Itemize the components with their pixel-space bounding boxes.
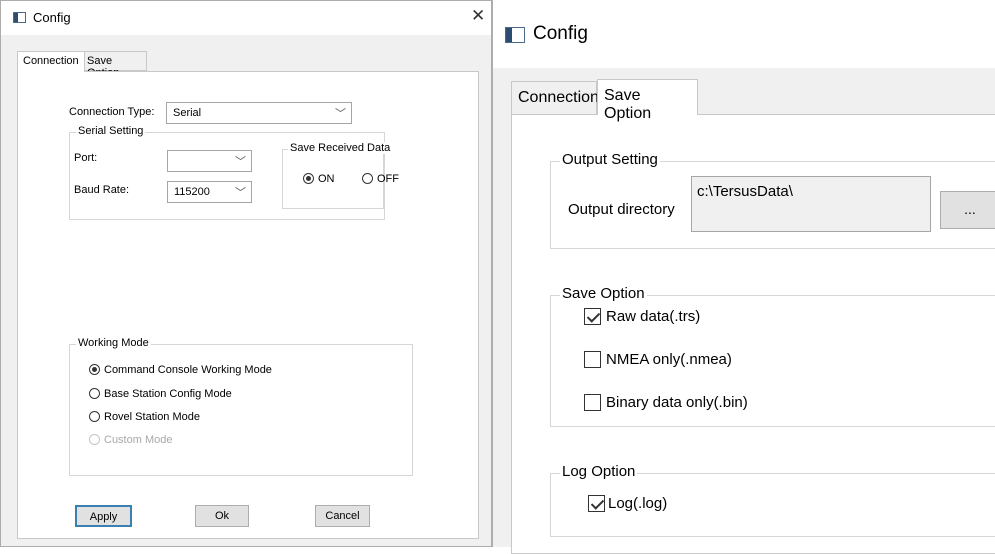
chevron-down-icon: ﹀ xyxy=(235,187,246,199)
radio-off-label: OFF xyxy=(377,173,399,185)
mode-label-custom: Custom Mode xyxy=(104,434,173,446)
title-bar: Config ✕ xyxy=(1,1,491,35)
log-label: Log(.log) xyxy=(608,495,668,512)
save-received-label: Save Received Data xyxy=(288,142,393,154)
tab-save-option[interactable]: Save Option xyxy=(81,51,147,79)
port-select[interactable]: ﹀ xyxy=(167,150,252,172)
radio-off[interactable] xyxy=(362,173,373,184)
raw-data-checkbox[interactable] xyxy=(584,308,601,325)
tab-connection[interactable]: Connection xyxy=(511,81,599,115)
connection-type-select[interactable]: Serial ﹀ xyxy=(166,102,352,124)
mode-label-command-console: Command Console Working Mode xyxy=(104,364,272,376)
mode-radio-command-console[interactable] xyxy=(89,364,100,375)
chevron-down-icon: ﹀ xyxy=(235,156,246,168)
mode-label-rovel-station: Rovel Station Mode xyxy=(104,411,200,423)
raw-data-label: Raw data(.trs) xyxy=(606,308,701,325)
connection-type-value: Serial xyxy=(173,107,202,119)
port-label: Port: xyxy=(74,152,98,164)
cancel-button[interactable]: Cancel xyxy=(315,505,370,527)
save-option-panel: Output Setting Output directory c:\Tersu… xyxy=(511,114,995,554)
window-title: Config xyxy=(533,23,588,44)
chevron-down-icon: ﹀ xyxy=(335,108,346,120)
binary-only-label: Binary data only(.bin) xyxy=(606,394,748,411)
log-checkbox[interactable] xyxy=(588,495,605,512)
working-mode-label: Working Mode xyxy=(76,337,151,349)
mode-radio-custom xyxy=(89,434,100,445)
config-dialog-connection: Config ✕ Connection Save Option Connecti… xyxy=(0,0,492,547)
serial-setting-label: Serial Setting xyxy=(76,125,146,137)
connection-type-label: Connection Type: xyxy=(69,106,155,118)
baud-rate-label: Baud Rate: xyxy=(74,184,130,196)
tab-connection[interactable]: Connection xyxy=(17,51,85,72)
baud-rate-value: 115200 xyxy=(174,186,210,198)
browse-button[interactable]: ... xyxy=(940,191,995,229)
radio-on[interactable] xyxy=(303,173,314,184)
output-setting-label: Output Setting xyxy=(560,151,660,168)
nmea-only-checkbox[interactable] xyxy=(584,351,601,368)
output-directory-label: Output directory xyxy=(568,201,675,218)
mode-label-base-station: Base Station Config Mode xyxy=(104,388,232,400)
save-option-label: Save Option xyxy=(560,285,647,302)
app-icon xyxy=(505,27,525,43)
baud-rate-select[interactable]: 115200 ﹀ xyxy=(167,181,252,203)
output-directory-field[interactable]: c:\TersusData\ xyxy=(691,176,931,232)
close-icon[interactable]: ✕ xyxy=(471,6,485,26)
radio-on-label: ON xyxy=(318,173,335,185)
nmea-only-label: NMEA only(.nmea) xyxy=(606,351,732,368)
app-icon xyxy=(13,12,26,23)
mode-radio-rovel-station[interactable] xyxy=(89,411,100,422)
apply-button[interactable]: Apply xyxy=(75,505,132,527)
binary-only-checkbox[interactable] xyxy=(584,394,601,411)
log-option-label: Log Option xyxy=(560,463,638,480)
tab-save-option[interactable]: Save Option xyxy=(597,79,698,122)
mode-radio-base-station[interactable] xyxy=(89,388,100,399)
connection-panel: Connection Type: Serial ﹀ Serial Setting… xyxy=(17,71,479,539)
title-bar: Config xyxy=(493,0,995,68)
config-dialog-save-option: Config Connection Save Option Output Set… xyxy=(492,0,995,554)
window-title: Config xyxy=(33,10,71,25)
ok-button[interactable]: Ok xyxy=(195,505,249,527)
